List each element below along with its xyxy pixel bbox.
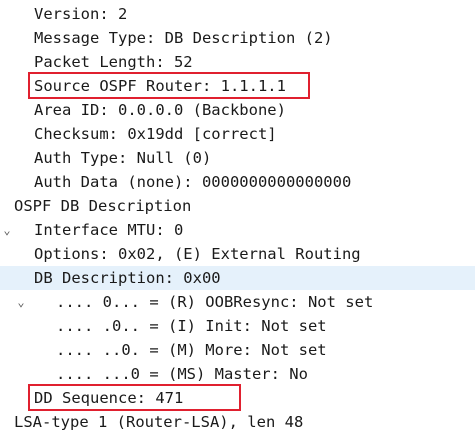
flag-oobresync[interactable]: .... 0... = (R) OOBResync: Not set <box>0 290 475 314</box>
flag-master-text: .... ...0 = (MS) Master: No <box>56 365 308 383</box>
packet-details-pane: Version: 2 Message Type: DB Description … <box>0 0 475 441</box>
field-version-text: Version: 2 <box>34 5 128 23</box>
flag-init-text: .... .0.. = (I) Init: Not set <box>56 317 327 335</box>
tree-node-db-description[interactable]: ⌄ DB Description: 0x00 <box>0 266 475 309</box>
field-interface-mtu-text: Interface MTU: 0 <box>34 221 184 239</box>
tree-node-options-label: Options: 0x02, (E) External Routing <box>34 245 361 263</box>
field-message-type[interactable]: Message Type: DB Description (2) <box>0 26 475 50</box>
field-interface-mtu[interactable]: Interface MTU: 0 <box>0 218 475 242</box>
chevron-right-icon[interactable]: › <box>1 434 13 441</box>
field-dd-sequence[interactable]: DD Sequence: 471 <box>0 386 475 410</box>
tree-node-lsa-type-1-label: LSA-type 1 (Router-LSA), len 48 <box>14 413 304 431</box>
field-auth-type[interactable]: Auth Type: Null (0) <box>0 146 475 170</box>
field-auth-type-text: Auth Type: Null (0) <box>34 149 212 167</box>
field-packet-length[interactable]: Packet Length: 52 <box>0 50 475 74</box>
field-auth-data[interactable]: Auth Data (none): 0000000000000000 <box>0 170 475 194</box>
field-packet-length-text: Packet Length: 52 <box>34 53 193 71</box>
flag-more-text: .... ..0. = (M) More: Not set <box>56 341 327 359</box>
field-checksum[interactable]: Checksum: 0x19dd [correct] <box>0 122 475 146</box>
tree-node-options[interactable]: › Options: 0x02, (E) External Routing <box>0 242 475 285</box>
flag-init[interactable]: .... .0.. = (I) Init: Not set <box>0 314 475 338</box>
field-area-id[interactable]: Area ID: 0.0.0.0 (Backbone) <box>0 98 475 122</box>
flag-more[interactable]: .... ..0. = (M) More: Not set <box>0 338 475 362</box>
field-dd-sequence-text: DD Sequence: 471 <box>34 389 184 407</box>
flag-oobresync-text: .... 0... = (R) OOBResync: Not set <box>56 293 374 311</box>
tree-node-db-description-label: DB Description: 0x00 <box>34 269 221 287</box>
field-checksum-text: Checksum: 0x19dd [correct] <box>34 125 277 143</box>
field-version[interactable]: Version: 2 <box>0 2 475 26</box>
field-area-id-text: Area ID: 0.0.0.0 (Backbone) <box>34 101 286 119</box>
tree-node-ospf-db-description[interactable]: ⌄ OSPF DB Description <box>0 194 475 237</box>
flag-master[interactable]: .... ...0 = (MS) Master: No <box>0 362 475 386</box>
field-auth-data-text: Auth Data (none): 0000000000000000 <box>34 173 352 191</box>
field-message-type-text: Message Type: DB Description (2) <box>34 29 333 47</box>
field-source-router[interactable]: Source OSPF Router: 1.1.1.1 <box>0 74 475 98</box>
tree-node-lsa-type-1[interactable]: › LSA-type 1 (Router-LSA), len 48 <box>0 410 475 441</box>
tree-node-ospf-db-description-label: OSPF DB Description <box>14 197 192 215</box>
field-source-router-text: Source OSPF Router: 1.1.1.1 <box>34 77 286 95</box>
